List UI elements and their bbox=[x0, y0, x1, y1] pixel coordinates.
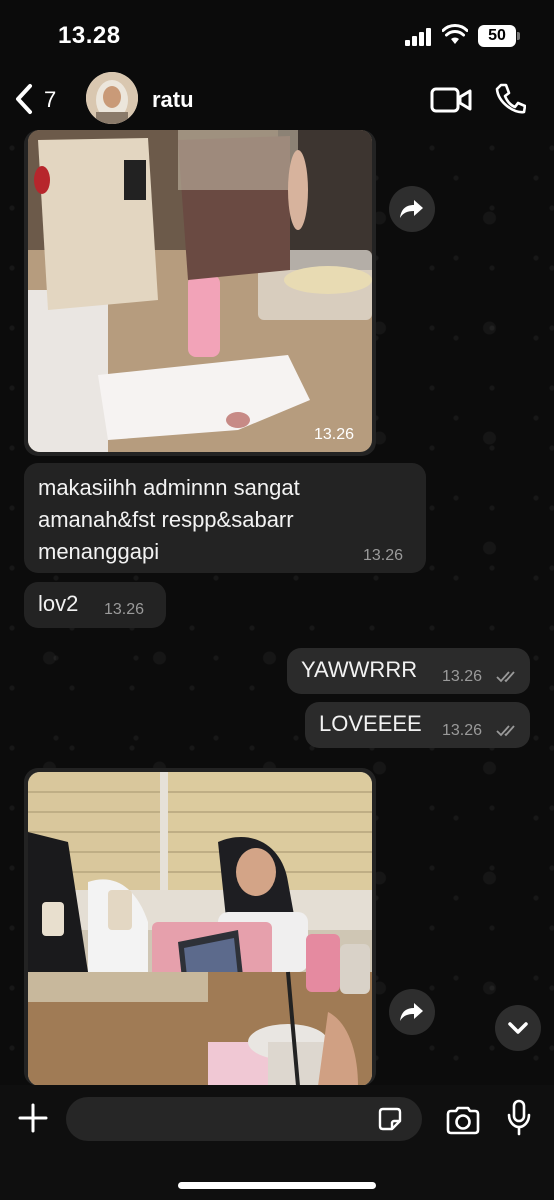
read-receipt-icon bbox=[496, 671, 515, 683]
message-photo[interactable] bbox=[28, 130, 372, 452]
forward-icon bbox=[400, 200, 423, 218]
read-receipt-icon bbox=[496, 725, 515, 737]
message-text: YAWWRRR bbox=[301, 657, 418, 682]
message-text-line: amanah&fst respp&sabarr bbox=[38, 507, 294, 532]
message-text: LOVEEEE bbox=[319, 711, 422, 736]
message-timestamp: 13.26 bbox=[314, 426, 355, 443]
unread-chats-count[interactable]: 7 bbox=[44, 87, 56, 113]
message-timestamp: 13.26 bbox=[104, 601, 145, 618]
status-time: 13.28 bbox=[58, 22, 121, 49]
outgoing-message[interactable]: LOVEEEE 13.26 bbox=[305, 702, 530, 748]
message-text: lov2 bbox=[38, 591, 79, 616]
phone-icon[interactable] bbox=[494, 82, 526, 116]
contact-name[interactable]: ratu bbox=[152, 87, 194, 113]
message-timestamp: 13.26 bbox=[363, 547, 404, 564]
message-timestamp: 13.26 bbox=[442, 722, 483, 739]
message-text-line: makasiihh adminnn sangat bbox=[38, 475, 300, 500]
microphone-icon[interactable] bbox=[506, 1099, 532, 1137]
battery-indicator: 50 bbox=[478, 25, 520, 47]
message-timestamp: 13.26 bbox=[442, 668, 483, 685]
incoming-message[interactable]: lov2 13.26 bbox=[24, 582, 166, 628]
message-composer bbox=[0, 1085, 554, 1200]
incoming-message[interactable]: makasiihh adminnn sangat amanah&fst resp… bbox=[24, 463, 426, 573]
scroll-to-bottom-button[interactable] bbox=[495, 1005, 541, 1051]
message-photo[interactable] bbox=[28, 772, 372, 1086]
sticker-icon[interactable] bbox=[376, 1105, 404, 1133]
chevron-down-icon bbox=[508, 1022, 528, 1034]
status-bar: 13.28 50 bbox=[0, 0, 554, 70]
cellular-signal-icon bbox=[405, 28, 433, 46]
avatar[interactable] bbox=[86, 72, 138, 124]
wifi-icon bbox=[442, 24, 468, 44]
forward-button[interactable] bbox=[389, 989, 435, 1035]
image-message[interactable] bbox=[24, 768, 376, 1086]
message-input[interactable] bbox=[66, 1097, 422, 1141]
message-text-line: menanggapi bbox=[38, 539, 160, 564]
home-indicator bbox=[178, 1182, 376, 1189]
chevron-left-icon[interactable] bbox=[10, 82, 38, 116]
video-call-icon[interactable] bbox=[430, 86, 472, 114]
outgoing-message[interactable]: YAWWRRR 13.26 bbox=[287, 648, 530, 694]
plus-icon[interactable] bbox=[16, 1101, 50, 1135]
camera-icon[interactable] bbox=[445, 1105, 481, 1135]
image-message[interactable]: 13.26 bbox=[24, 130, 376, 456]
forward-button[interactable] bbox=[389, 186, 435, 232]
chat-header: 7 ratu bbox=[0, 70, 554, 130]
forward-icon bbox=[400, 1003, 423, 1021]
